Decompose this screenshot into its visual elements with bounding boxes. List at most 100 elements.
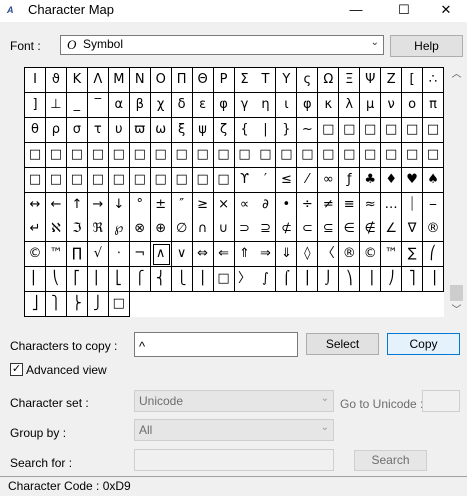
character-cell[interactable]: ∠: [381, 217, 403, 243]
character-cell[interactable]: ⎣: [108, 267, 130, 293]
character-cell[interactable]: □: [87, 167, 109, 193]
character-cell[interactable]: ↓: [108, 192, 130, 218]
character-cell[interactable]: ↑: [66, 192, 88, 218]
character-cell[interactable]: α: [108, 92, 130, 118]
character-cell[interactable]: ν: [381, 92, 403, 118]
character-cell[interactable]: □: [66, 167, 88, 193]
character-cell[interactable]: ⇓: [276, 242, 298, 268]
character-cell[interactable]: □: [213, 167, 235, 193]
character-cell[interactable]: ℑ: [66, 217, 88, 243]
character-cell[interactable]: σ: [66, 117, 88, 143]
character-cell[interactable]: □: [360, 142, 382, 168]
character-cell[interactable]: ↔: [25, 192, 46, 218]
font-dropdown[interactable]: O Symbol ⌄: [60, 35, 384, 55]
character-cell[interactable]: β: [129, 92, 151, 118]
character-cell[interactable]: √: [87, 242, 109, 268]
character-cell[interactable]: K: [66, 68, 88, 93]
character-cell[interactable]: ±: [150, 192, 172, 218]
minimize-button[interactable]: —: [334, 0, 378, 22]
character-cell[interactable]: ⋅: [108, 242, 130, 268]
character-cell[interactable]: ]: [25, 92, 46, 118]
character-cell[interactable]: Ξ: [339, 68, 361, 93]
character-cell[interactable]: ⎜: [25, 267, 46, 293]
character-cell[interactable]: □: [381, 142, 403, 168]
character-cell[interactable]: ≥: [192, 192, 214, 218]
character-cell[interactable]: ′: [255, 167, 277, 193]
character-cell[interactable]: Ψ: [360, 68, 382, 93]
character-cell[interactable]: λ: [339, 92, 361, 118]
character-cell[interactable]: ι: [276, 92, 298, 118]
character-cell[interactable]: ″: [171, 192, 193, 218]
character-cell[interactable]: ⇒: [255, 242, 277, 268]
character-cell[interactable]: ∨: [171, 242, 193, 268]
character-cell[interactable]: □: [339, 142, 361, 168]
character-cell[interactable]: ⇑: [234, 242, 256, 268]
character-cell[interactable]: ζ: [213, 117, 235, 143]
character-cell[interactable]: }: [276, 117, 298, 143]
character-cell[interactable]: ⎭: [87, 292, 109, 318]
character-cell[interactable]: ⊕: [150, 217, 172, 243]
character-cell[interactable]: □: [150, 167, 172, 193]
character-cell[interactable]: ⎡: [66, 267, 88, 293]
character-cell[interactable]: ™: [381, 242, 403, 268]
character-cell[interactable]: φ: [297, 92, 319, 118]
search-button[interactable]: Search: [354, 450, 427, 471]
character-cell[interactable]: ⎯: [423, 192, 445, 218]
character-cell[interactable]: ∈: [339, 217, 361, 243]
character-cell[interactable]: ≠: [318, 192, 340, 218]
character-cell[interactable]: Θ: [192, 68, 214, 93]
character-cell[interactable]: M: [108, 68, 130, 93]
character-cell[interactable]: ≤: [276, 167, 298, 193]
character-cell[interactable]: ⎢: [87, 267, 109, 293]
character-cell[interactable]: □: [276, 142, 298, 168]
character-cell[interactable]: □: [297, 142, 319, 168]
character-set-dropdown[interactable]: Unicode ⌄: [134, 390, 334, 412]
character-cell[interactable]: γ: [234, 92, 256, 118]
character-cell[interactable]: ∑: [402, 242, 424, 268]
advanced-view-checkbox[interactable]: ✓: [10, 363, 23, 376]
character-cell[interactable]: ∪: [213, 217, 235, 243]
character-cell[interactable]: ⊂: [297, 217, 319, 243]
character-cell[interactable]: □: [150, 142, 172, 168]
character-cell[interactable]: ™: [45, 242, 67, 268]
character-cell[interactable]: ⊗: [129, 217, 151, 243]
character-cell[interactable]: ÷: [297, 192, 319, 218]
character-cell[interactable]: ς: [297, 68, 319, 93]
character-cell[interactable]: P: [213, 68, 235, 93]
character-cell[interactable]: ⎠: [381, 267, 403, 293]
character-cell[interactable]: [: [402, 68, 424, 93]
character-cell[interactable]: ∂: [255, 192, 277, 218]
character-cell[interactable]: ®: [423, 217, 445, 243]
character-cell[interactable]: ©: [360, 242, 382, 268]
character-cell[interactable]: □: [423, 142, 445, 168]
character-cell[interactable]: ⊥: [45, 92, 67, 118]
character-cell[interactable]: □: [25, 167, 46, 193]
character-cell[interactable]: _: [66, 92, 88, 118]
character-cell[interactable]: ο: [402, 92, 424, 118]
character-cell[interactable]: □: [108, 142, 130, 168]
character-cell[interactable]: ®: [339, 242, 361, 268]
scroll-thumb[interactable]: [450, 285, 463, 301]
character-cell[interactable]: ¬: [129, 242, 151, 268]
character-cell[interactable]: ⇔: [192, 242, 214, 268]
character-cell[interactable]: ×: [213, 192, 235, 218]
character-cell[interactable]: □: [213, 142, 235, 168]
character-cell[interactable]: ℵ: [45, 217, 67, 243]
character-cell[interactable]: □: [339, 117, 361, 143]
character-cell[interactable]: ©: [25, 242, 46, 268]
character-cell[interactable]: ◊: [297, 242, 319, 268]
character-cell[interactable]: ⁄: [297, 167, 319, 193]
character-cell[interactable]: °: [129, 192, 151, 218]
character-cell[interactable]: ‾: [87, 92, 109, 118]
character-cell[interactable]: μ: [360, 92, 382, 118]
character-cell[interactable]: □: [234, 142, 256, 168]
character-cell[interactable]: □: [171, 142, 193, 168]
character-cell[interactable]: κ: [318, 92, 340, 118]
character-cell[interactable]: □: [255, 142, 277, 168]
character-cell[interactable]: □: [402, 117, 424, 143]
select-button[interactable]: Select: [306, 333, 379, 355]
character-cell[interactable]: □: [192, 142, 214, 168]
character-cell[interactable]: □: [25, 142, 46, 168]
character-cell[interactable]: θ: [25, 117, 46, 143]
character-cell[interactable]: ⎬: [66, 292, 88, 318]
